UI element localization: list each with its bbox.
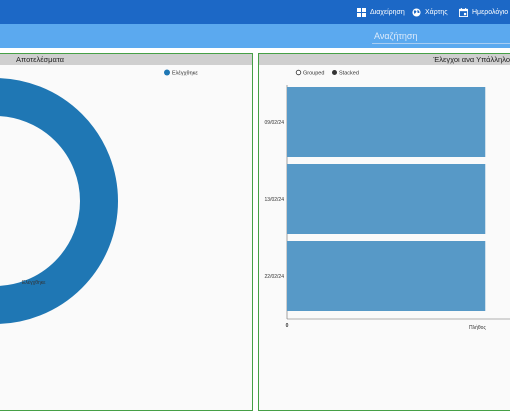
donut-slice[interactable] [0,78,118,324]
globe-icon [412,7,421,17]
control-stacked[interactable]: Stacked [332,70,359,77]
employee-checks-panel-title: Έλεγχοι ανα Υπάλληλο [433,55,510,64]
x-axis-label: Πλήθος [469,324,486,331]
bars-group: 09/02/24 13/02/24 22/02/24 0 [265,87,486,329]
top-navbar: Διαχείρηση Χάρτης Ημερολόγιο [0,0,510,24]
control-stacked-label: Stacked [339,71,359,77]
y-tick-label: 22/02/24 [265,274,285,280]
employee-checks-bar-chart: Grouped Stacked 09/02/24 13/02/24 22/02/24… [265,69,510,331]
search-input[interactable] [372,29,510,44]
nav-maps-label: Χάρτης [425,8,448,16]
employee-checks-panel: Έλεγχοι ανα Υπάλληλο Grouped Stacked 09/… [258,53,510,411]
employee-checks-panel-header: Έλεγχοι ανα Υπάλληλο [259,54,510,65]
control-grouped[interactable]: Grouped [295,69,324,77]
grid-icon [357,7,366,17]
calendar-icon [459,7,468,17]
donut-legend[interactable]: Ελέγχθηκε [164,69,198,77]
results-panel: Αποτελέσματα Ελέγχθηκε Ελέγχθηκε [0,53,253,411]
nav-calendar-label: Ημερολόγιο [472,8,509,16]
y-tick-label: 09/02/24 [265,120,285,126]
bar-09-02-24[interactable] [287,87,486,157]
search-bar [0,24,510,48]
radio-stacked [332,70,337,75]
bar-22-02-24[interactable] [287,241,486,311]
nav-management-label: Διαχείρηση [370,8,405,16]
legend-swatch [164,69,170,76]
x-tick-label: 0 [286,323,289,329]
legend-label: Ελέγχθηκε [172,70,198,77]
results-panel-header: Αποτελέσματα [0,54,252,65]
donut-slice-label: Ελέγχθηκε [22,279,46,286]
results-donut-chart: Ελέγχθηκε Ελέγχθηκε [0,69,198,324]
nav-maps[interactable]: Χάρτης [412,0,448,24]
radio-grouped [295,69,302,76]
nav-management[interactable]: Διαχείρηση [357,0,405,24]
control-grouped-label: Grouped [303,71,324,77]
y-tick-label: 13/02/24 [265,197,285,203]
bar-13-02-24[interactable] [287,164,486,234]
nav-calendar[interactable]: Ημερολόγιο [459,0,508,24]
results-panel-title: Αποτελέσματα [16,55,65,64]
